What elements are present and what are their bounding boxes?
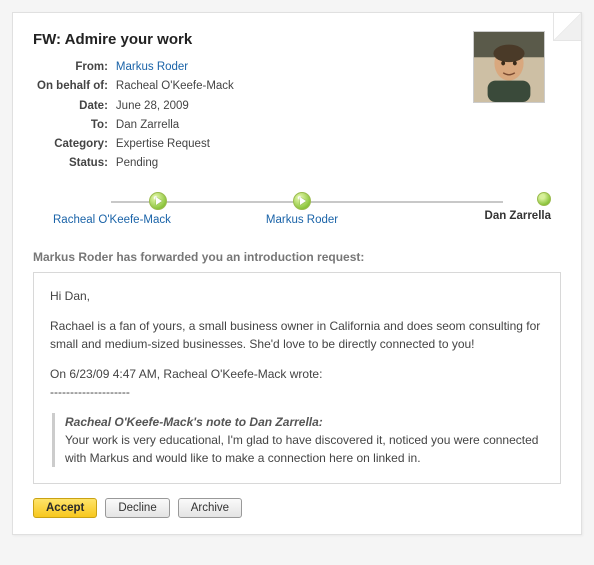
meta-label-date: Date: bbox=[33, 97, 112, 116]
quoted-header: On 6/23/09 4:47 AM, Racheal O'Keefe-Mack… bbox=[50, 367, 322, 381]
chain-node-origin: Racheal O'Keefe-Mack bbox=[53, 192, 173, 226]
chain-dot-icon bbox=[537, 192, 551, 206]
meta-to-value: Dan Zarrella bbox=[112, 116, 238, 135]
accept-button[interactable]: Accept bbox=[33, 498, 97, 518]
introduction-request-card: FW: Admire your work From: Markus Roder … bbox=[12, 12, 582, 535]
chain-node-recipient: Dan Zarrella bbox=[431, 192, 551, 222]
archive-button[interactable]: Archive bbox=[178, 498, 242, 518]
meta-label-to: To: bbox=[33, 116, 112, 135]
meta-onbehalf-value: Racheal O'Keefe-Mack bbox=[112, 77, 238, 96]
quoted-note: Racheal O'Keefe-Mack's note to Dan Zarre… bbox=[52, 413, 544, 467]
quoted-separator: -------------------- bbox=[50, 385, 130, 399]
message-text: Rachael is a fan of yours, a small busin… bbox=[50, 317, 544, 353]
message-meta: From: Markus Roder On behalf of: Racheal… bbox=[33, 58, 238, 174]
chain-node-forwarder: Markus Roder bbox=[242, 192, 362, 226]
meta-label-from: From: bbox=[33, 58, 112, 77]
action-bar: Accept Decline Archive bbox=[33, 498, 561, 518]
meta-date-value: June 28, 2009 bbox=[112, 97, 238, 116]
meta-label-category: Category: bbox=[33, 135, 112, 154]
chain-dot-arrow-icon bbox=[293, 192, 311, 210]
forwarding-chain: Racheal O'Keefe-Mack Markus Roder Dan Za… bbox=[33, 192, 561, 236]
meta-status-value: Pending bbox=[112, 154, 238, 173]
meta-from-link[interactable]: Markus Roder bbox=[116, 61, 188, 73]
intro-heading: Markus Roder has forwarded you an introd… bbox=[33, 250, 561, 264]
message-body: Hi Dan, Rachael is a fan of yours, a sma… bbox=[33, 272, 561, 484]
quote-title: Racheal O'Keefe-Mack's note to Dan Zarre… bbox=[65, 413, 544, 431]
quote-body: Your work is very educational, I'm glad … bbox=[65, 431, 544, 467]
chain-label-forwarder[interactable]: Markus Roder bbox=[266, 214, 338, 226]
chain-label-recipient: Dan Zarrella bbox=[485, 210, 551, 222]
sender-avatar[interactable] bbox=[473, 31, 545, 103]
message-header: From: Markus Roder On behalf of: Racheal… bbox=[33, 58, 561, 174]
message-greeting: Hi Dan, bbox=[50, 287, 544, 305]
avatar-placeholder-icon bbox=[474, 32, 544, 102]
meta-label-onbehalf: On behalf of: bbox=[33, 77, 112, 96]
chain-label-origin[interactable]: Racheal O'Keefe-Mack bbox=[53, 214, 171, 226]
chain-dot-arrow-icon bbox=[149, 192, 167, 210]
dog-ear-decoration bbox=[553, 13, 581, 41]
meta-category-value: Expertise Request bbox=[112, 135, 238, 154]
decline-button[interactable]: Decline bbox=[105, 498, 169, 518]
meta-label-status: Status: bbox=[33, 154, 112, 173]
